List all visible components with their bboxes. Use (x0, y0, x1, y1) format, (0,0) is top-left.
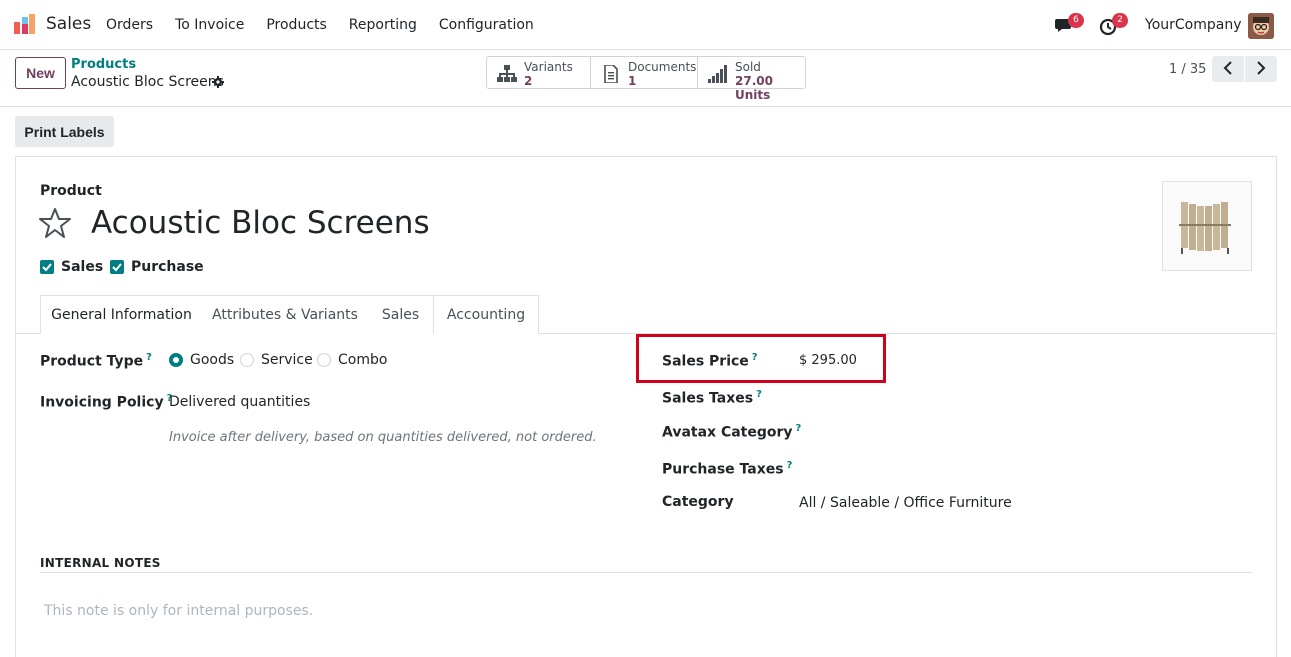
documents-stat-button[interactable]: Documents 1 (590, 56, 698, 89)
document-icon (604, 65, 618, 83)
internal-notes-heading: INTERNAL NOTES (40, 556, 161, 570)
radio-combo-label[interactable]: Combo (338, 352, 387, 368)
sitemap-icon (497, 65, 517, 82)
internal-notes-divider (40, 572, 1252, 573)
checkmark-icon (42, 263, 52, 272)
help-icon[interactable]: ? (146, 352, 152, 363)
sales-taxes-label: Sales Taxes? (662, 389, 762, 407)
activity-count-badge: 2 (1112, 13, 1128, 28)
help-icon[interactable]: ? (796, 423, 802, 434)
category-label: Category (662, 494, 734, 510)
pager-previous-button[interactable] (1212, 56, 1244, 82)
tab-attributes-variants[interactable]: Attributes & Variants (202, 295, 369, 334)
signal-bars-icon (708, 65, 727, 83)
invoicing-policy-note: Invoice after delivery, based on quantit… (169, 430, 597, 445)
menu-configuration[interactable]: Configuration (439, 17, 534, 33)
sales-price-highlight-box (636, 334, 886, 383)
invoicing-policy-label: Invoicing Policy? (40, 393, 172, 411)
internal-notes-editor[interactable]: This note is only for internal purposes. (44, 603, 313, 619)
menu-products[interactable]: Products (266, 17, 326, 33)
tab-accounting[interactable]: Accounting (434, 295, 539, 334)
invoicing-policy-select[interactable]: Delivered quantities (169, 394, 310, 410)
app-name[interactable]: Sales (46, 14, 91, 34)
pager-value[interactable]: 1 / 35 (1169, 62, 1206, 77)
radio-combo[interactable] (317, 353, 331, 367)
chat-count-badge: 6 (1068, 13, 1084, 28)
invoicing-policy-label-text: Invoicing Policy (40, 394, 164, 411)
avatax-category-label: Avatax Category? (662, 423, 801, 441)
chevron-right-icon (1257, 60, 1266, 75)
product-type-label: Product Type? (40, 352, 152, 370)
radio-goods-label[interactable]: Goods (190, 352, 234, 368)
menu-orders[interactable]: Orders (106, 17, 153, 33)
sold-stat-button[interactable]: Sold 27.00 Units (697, 56, 806, 102)
sold-value: 27.00 Units (735, 74, 773, 102)
sold-label: Sold (735, 60, 761, 74)
sales-taxes-label-text: Sales Taxes (662, 390, 754, 407)
help-icon[interactable]: ? (787, 460, 793, 471)
menu-reporting[interactable]: Reporting (349, 17, 417, 33)
new-button[interactable]: New (15, 57, 66, 89)
variants-stat-button[interactable]: Variants 2 (486, 56, 591, 89)
breadcrumb-products[interactable]: Products (71, 57, 136, 72)
room-divider-image (1179, 202, 1231, 254)
purchase-checkbox[interactable] (110, 260, 124, 274)
product-image[interactable] (1162, 181, 1252, 271)
sales-checkbox-label[interactable]: Sales (61, 259, 103, 275)
user-avatar-icon (1248, 13, 1274, 39)
documents-label: Documents (628, 60, 697, 74)
product-type-label-text: Product Type (40, 353, 144, 370)
top-navbar: Sales Orders To Invoice Products Reporti… (0, 0, 1291, 50)
print-labels-button[interactable]: Print Labels (15, 116, 114, 147)
radio-goods[interactable] (169, 353, 183, 367)
tab-general-information[interactable]: General Information (40, 295, 203, 334)
chevron-left-icon (1223, 60, 1232, 75)
variants-label: Variants (524, 60, 573, 74)
radio-service[interactable] (240, 353, 254, 367)
star-icon[interactable] (39, 207, 71, 239)
pager-next-button[interactable] (1245, 56, 1277, 82)
breadcrumb-current: Acoustic Bloc Screens (71, 74, 224, 90)
main-menu: Orders To Invoice Products Reporting Con… (106, 0, 556, 50)
purchase-taxes-label: Purchase Taxes? (662, 460, 792, 478)
control-panel: New Products Acoustic Bloc Screens Varia… (0, 50, 1291, 107)
checkmark-icon (112, 263, 122, 272)
product-label: Product (40, 183, 102, 199)
radio-service-label[interactable]: Service (261, 352, 313, 368)
variants-value: 2 (524, 74, 533, 88)
purchase-taxes-label-text: Purchase Taxes (662, 461, 784, 478)
company-switcher[interactable]: YourCompany (1145, 17, 1242, 33)
category-input[interactable]: All / Saleable / Office Furniture (799, 495, 1012, 511)
product-title[interactable]: Acoustic Bloc Screens (91, 205, 430, 241)
menu-to-invoice[interactable]: To Invoice (175, 17, 244, 33)
tab-sales[interactable]: Sales (368, 295, 434, 334)
user-avatar[interactable] (1248, 13, 1274, 39)
sales-checkbox[interactable] (40, 260, 54, 274)
help-icon[interactable]: ? (756, 389, 762, 400)
avatax-category-label-text: Avatax Category (662, 424, 793, 441)
sales-app-icon[interactable] (14, 14, 36, 34)
documents-value: 1 (628, 74, 637, 88)
purchase-checkbox-label[interactable]: Purchase (131, 259, 204, 275)
gear-icon[interactable] (212, 76, 224, 88)
